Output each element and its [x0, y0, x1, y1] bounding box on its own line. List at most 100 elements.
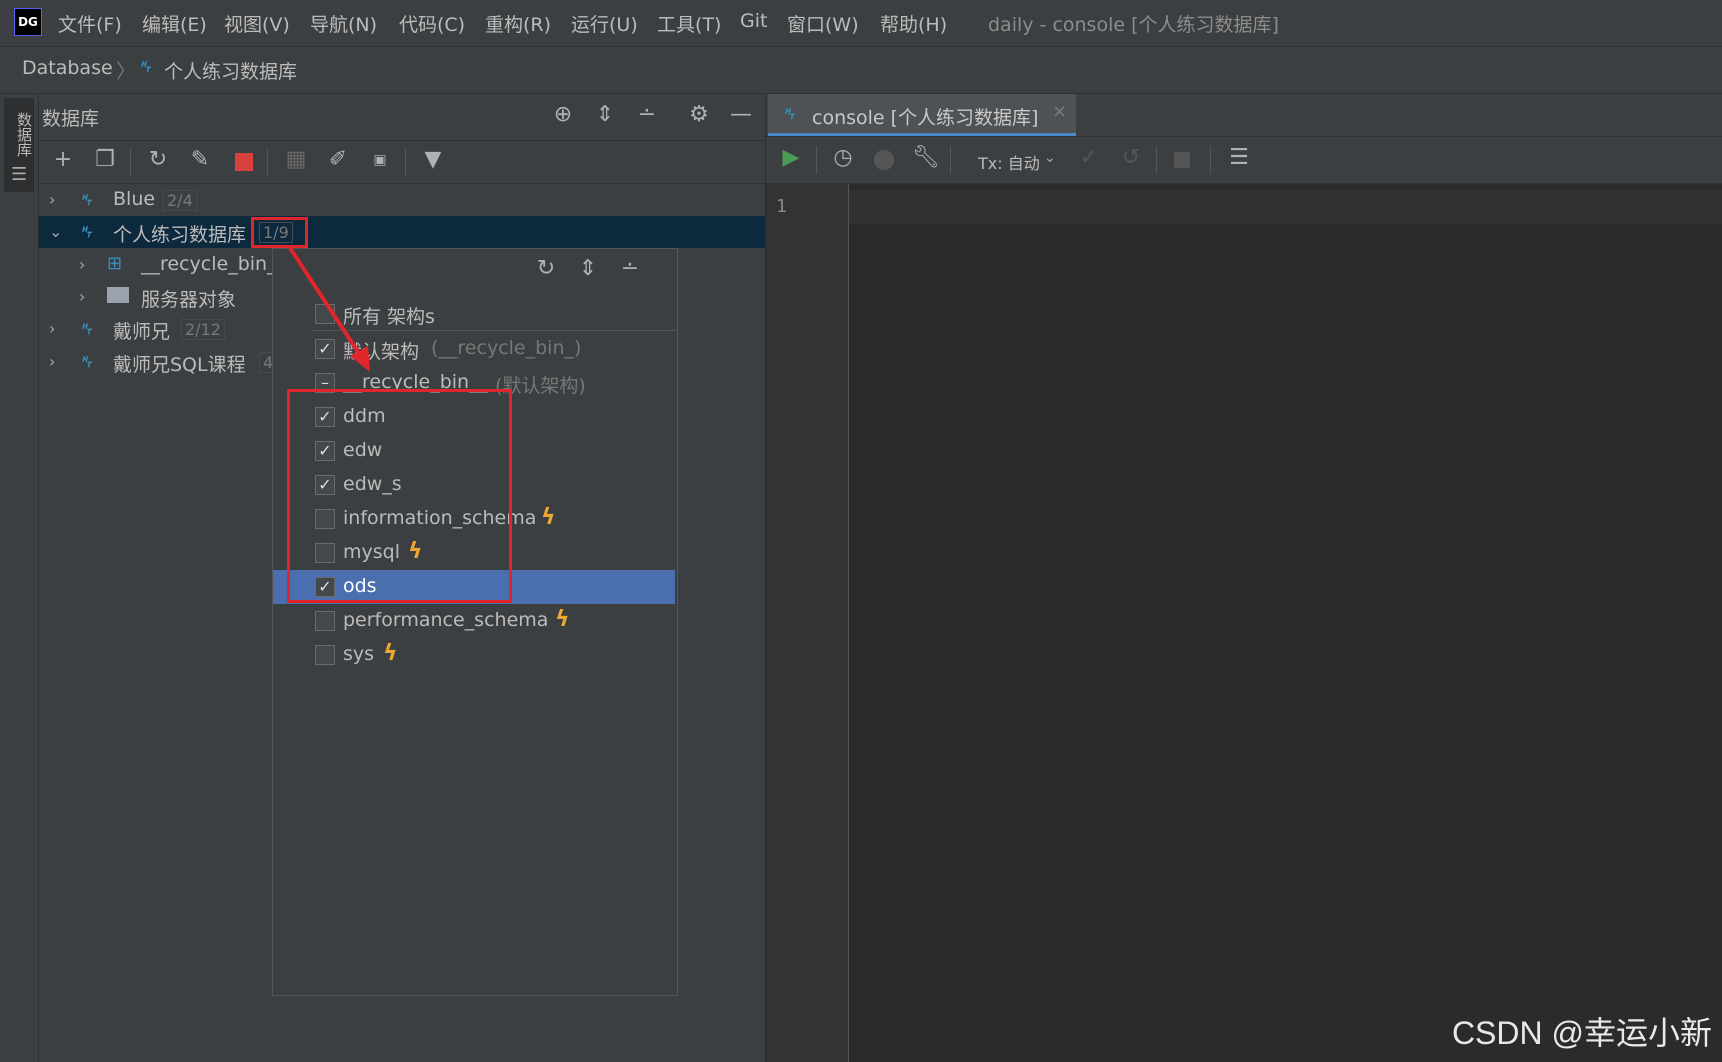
line-number: 1 — [776, 196, 788, 217]
toolbar-separator — [1210, 146, 1211, 174]
database-toolbar: + ❐ ↻ ✎ ▦ ✐ ▣ ▼ — [39, 141, 765, 184]
locate-icon[interactable]: ⊕ — [550, 104, 576, 130]
filter-icon[interactable]: ▼ — [420, 149, 446, 175]
chevron-right-icon[interactable]: › — [49, 319, 55, 338]
tree-item-count: 2/12 — [181, 319, 225, 340]
output-layout-icon[interactable]: ☰ — [1226, 147, 1252, 173]
tree-item-label: 个人练习数据库 — [113, 224, 247, 246]
rollback-icon[interactable]: ↺ — [1118, 147, 1144, 173]
schema-option-performance-schema[interactable]: performance_schema ϟ — [273, 604, 675, 638]
chevron-down-icon[interactable]: ⌄ — [49, 222, 62, 241]
annotation-box — [287, 389, 512, 603]
database-tool-tab[interactable]: 数据库 ☰ — [4, 98, 34, 192]
breadcrumb: Database 〉 ␉ 个人练习数据库 — [0, 47, 1722, 94]
tx-mode-dropdown[interactable]: Tx: 自动 — [978, 150, 1040, 174]
checkbox[interactable] — [315, 611, 335, 631]
menu-run[interactable]: 运行(U) — [571, 10, 638, 37]
run-icon[interactable]: ▶ — [778, 147, 804, 173]
transaction-status-icon — [874, 150, 894, 170]
copy-icon[interactable]: ❐ — [92, 149, 118, 175]
panel-title: 数据库 — [42, 108, 100, 130]
annotation-arrow — [288, 246, 370, 372]
menu-navigate[interactable]: 导航(N) — [310, 10, 377, 37]
chevron-right-icon[interactable]: › — [49, 352, 55, 371]
sql-console-icon[interactable]: ▣ — [367, 149, 393, 175]
minimize-icon[interactable]: — — [728, 104, 754, 130]
menu-view[interactable]: 视图(V) — [224, 10, 290, 37]
wrench-icon[interactable]: 🔧︎ — [912, 147, 940, 173]
lightning-icon: ϟ — [383, 641, 398, 666]
chevron-down-icon[interactable]: ⌄ — [1044, 150, 1056, 166]
refresh-icon[interactable]: ↻ — [533, 258, 559, 284]
database-icon: ☰ — [11, 164, 28, 185]
close-icon[interactable]: ✕ — [1052, 102, 1067, 123]
expand-all-icon[interactable]: ⇕ — [592, 104, 618, 130]
app-logo: DG — [14, 8, 42, 36]
breadcrumb-separator-icon: 〉 — [116, 59, 136, 83]
schema-name: performance_schema — [343, 609, 549, 631]
tree-item-label: 戴师兄SQL课程 — [113, 354, 246, 376]
datasource-icon: ␉ — [77, 350, 93, 374]
table-icon[interactable]: ▦ — [283, 149, 309, 175]
history-icon[interactable]: ◷ — [830, 147, 856, 173]
datasource-icon: ␉ — [77, 220, 93, 244]
lightning-icon: ϟ — [555, 607, 570, 632]
console-tab-label: console [个人练习数据库] — [812, 107, 1039, 129]
menu-refactor[interactable]: 重构(R) — [485, 10, 551, 37]
chevron-right-icon[interactable]: › — [79, 287, 85, 306]
menu-bar: DG 文件(F) 编辑(E) 视图(V) 导航(N) 代码(C) 重构(R) 运… — [0, 0, 1722, 47]
collapse-all-icon[interactable]: ∸ — [634, 104, 660, 130]
tree-item-label: 戴师兄 — [113, 321, 171, 343]
expand-all-icon[interactable]: ⇕ — [575, 258, 601, 284]
left-tool-strip: 数据库 ☰ — [0, 94, 39, 1062]
menu-code[interactable]: 代码(C) — [399, 10, 465, 37]
breadcrumb-current[interactable]: 个人练习数据库 — [164, 57, 297, 84]
chevron-right-icon[interactable]: › — [79, 255, 85, 274]
tree-item-count: 2/4 — [163, 190, 197, 211]
database-tool-label: 数据库 — [15, 112, 33, 157]
lightning-icon: ϟ — [541, 505, 556, 530]
stop-icon[interactable] — [235, 153, 253, 171]
menu-edit[interactable]: 编辑(E) — [142, 10, 207, 37]
menu-window[interactable]: 窗口(W) — [787, 10, 859, 37]
pencil-icon[interactable]: ✐ — [325, 149, 351, 175]
gear-icon[interactable]: ⚙ — [686, 104, 712, 130]
toolbar-separator — [816, 146, 817, 174]
watermark: CSDN @幸运小新 — [1451, 1015, 1712, 1051]
toolbar-separator — [405, 148, 406, 176]
stop-icon[interactable] — [1174, 152, 1190, 168]
tree-item-practice-db[interactable]: ⌄ ␉ 个人练习数据库 1/9 — [39, 216, 765, 248]
console-toolbar: ▶ ◷ 🔧︎ Tx: 自动 ⌄ ✓ ↺ ☰ — [766, 137, 1722, 184]
toolbar-separator — [130, 148, 131, 176]
sql-editor[interactable] — [849, 184, 1722, 1062]
tree-item-label: Blue — [113, 188, 156, 210]
console-tab[interactable]: ␉ console [个人练习数据库] ✕ — [768, 94, 1076, 136]
datasource-icon: ␉ — [136, 55, 152, 79]
toolbar-separator — [950, 146, 951, 174]
console-icon: ␉ — [780, 102, 796, 126]
edit-properties-icon[interactable]: ✎ — [187, 149, 213, 175]
toolbar-separator — [1156, 146, 1157, 174]
menu-help[interactable]: 帮助(H) — [880, 10, 947, 37]
breadcrumb-root[interactable]: Database — [22, 57, 113, 79]
checkbox[interactable] — [315, 645, 335, 665]
toolbar-separator — [267, 148, 268, 176]
tree-item-label: 服务器对象 — [141, 289, 237, 311]
chevron-right-icon[interactable]: › — [49, 190, 55, 209]
menu-tools[interactable]: 工具(T) — [657, 10, 721, 37]
tree-item-blue[interactable]: › ␉ Blue 2/4 — [39, 184, 765, 216]
line-number-gutter: 1 — [766, 184, 849, 1062]
datasource-icon: ␉ — [77, 188, 93, 212]
schema-icon: ⊞ — [107, 253, 123, 274]
schema-name: sys — [343, 643, 375, 665]
datasource-icon: ␉ — [77, 317, 93, 341]
window-title: daily - console [个人练习数据库] — [988, 14, 1279, 36]
commit-icon[interactable]: ✓ — [1076, 147, 1102, 173]
refresh-icon[interactable]: ↻ — [145, 149, 171, 175]
schema-option-sys[interactable]: sys ϟ — [273, 638, 675, 672]
collapse-all-icon[interactable]: ∸ — [617, 258, 643, 284]
menu-file[interactable]: 文件(F) — [58, 10, 122, 37]
current-line-highlight — [849, 190, 1722, 224]
menu-git[interactable]: Git — [740, 10, 767, 32]
add-icon[interactable]: + — [50, 149, 76, 175]
